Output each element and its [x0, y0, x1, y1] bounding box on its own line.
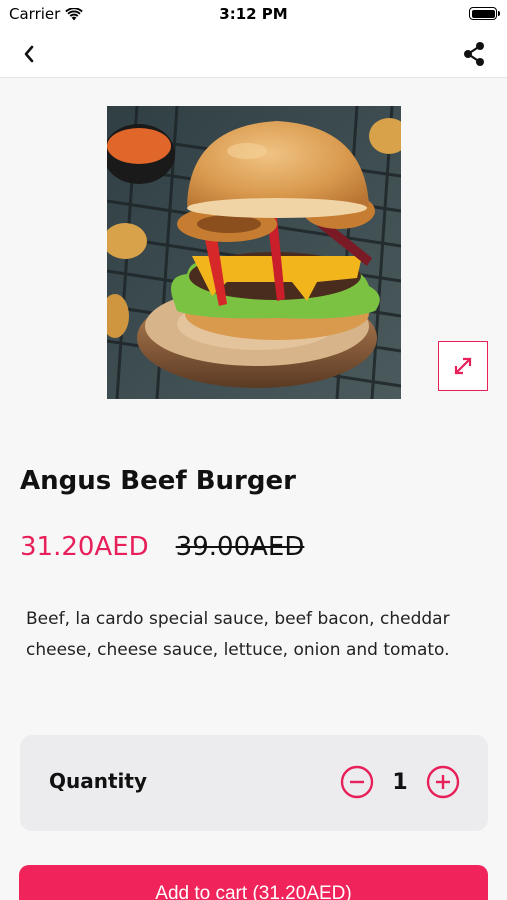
quantity-card: Quantity 1	[20, 735, 488, 831]
original-price: 39.00AED	[175, 532, 305, 562]
expand-image-button[interactable]	[438, 341, 488, 391]
status-bar: Carrier 3:12 PM	[0, 0, 507, 28]
share-icon	[464, 42, 484, 66]
product-description: Beef, la cardo special sauce, beef bacon…	[26, 609, 450, 660]
quantity-value: 1	[392, 769, 408, 795]
back-button[interactable]	[15, 40, 43, 68]
quantity-label: Quantity	[49, 769, 147, 793]
navigation-bar	[0, 28, 507, 78]
expand-icon	[454, 357, 472, 375]
chevron-left-icon	[24, 45, 34, 63]
decrement-button[interactable]	[340, 765, 374, 799]
minus-circle-icon	[340, 765, 374, 799]
burger-photo	[107, 106, 401, 399]
price-row: 31.20AED 39.00AED	[20, 532, 304, 562]
current-price: 31.20AED	[20, 532, 149, 562]
share-button[interactable]	[459, 39, 489, 69]
product-image	[107, 106, 401, 399]
status-time: 3:12 PM	[219, 5, 288, 23]
product-title: Angus Beef Burger	[20, 466, 296, 496]
increment-button[interactable]	[426, 765, 460, 799]
add-to-cart-button[interactable]: Add to cart (31.20AED)	[19, 865, 488, 900]
battery-icon	[469, 7, 500, 20]
plus-circle-icon	[426, 765, 460, 799]
quantity-stepper: 1	[340, 765, 460, 799]
